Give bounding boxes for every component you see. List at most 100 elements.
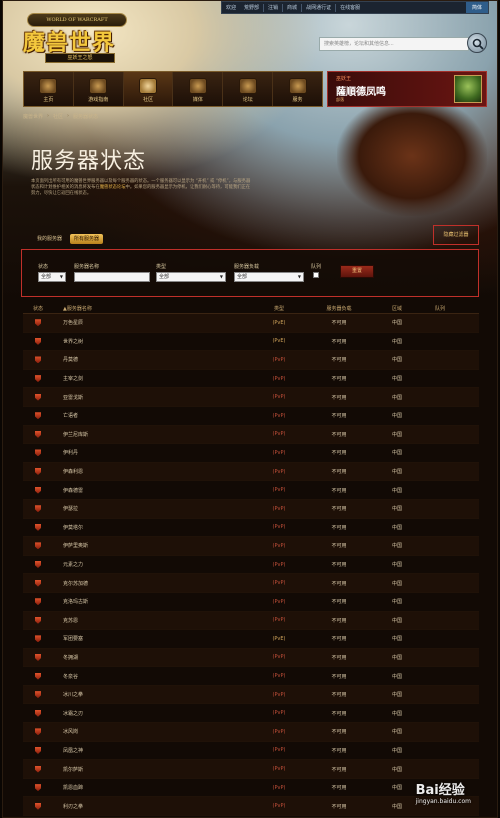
server-load: 不可用 [331,673,347,680]
nav-home[interactable]: 主页 [24,72,74,106]
server-name: 凤凰之神 [63,747,84,754]
table-row[interactable]: 伊萨里奥斯 (PvP) 不可用 中国 [23,537,479,556]
status-cell [23,505,53,513]
table-row[interactable]: 克洛玛古斯 (PvP) 不可用 中国 [23,593,479,612]
search-button[interactable] [467,33,487,53]
col-queue[interactable]: 队列 [425,305,479,312]
status-filter-select[interactable]: 全部 [38,272,66,282]
status-cell [23,319,53,327]
server-type: (PvP) [272,505,286,512]
status-cell [23,653,53,661]
server-region: 中国 [391,580,402,587]
reset-button[interactable]: 重置 [340,265,374,278]
table-row[interactable]: 军团要塞 (PvE) 不可用 中国 [23,630,479,649]
col-load[interactable]: 服务器负载 [309,305,369,312]
table-row[interactable]: 凤凰之神 (PvP) 不可用 中国 [23,742,479,761]
type-filter-select[interactable]: 全部 [156,272,226,282]
status-forum-link[interactable]: 魔兽状态论坛 [100,185,126,190]
search-input[interactable]: 搜索英雄榜，论坛和其他信息... [319,37,469,51]
status-down-icon [35,728,41,736]
table-row[interactable]: 亡语者 (PvP) 不可用 中国 [23,407,479,426]
server-region: 中国 [391,413,402,420]
breadcrumb-community[interactable]: 社区 [53,113,63,123]
table-row[interactable]: 伊森利恩 (PvP) 不可用 中国 [23,462,479,482]
tab-all-servers[interactable]: 所有服务器 [70,234,104,244]
server-name: 伊森德雷 [63,487,84,494]
tab-my-servers[interactable]: 我的服务器 [33,234,66,244]
top-bar: 欢迎 荒野部 注销 商城 战网通行证 在线客服 简体 [221,1,489,14]
server-name: 丹莫德 [63,357,79,364]
table-row[interactable]: 凯恩血蹄 (PvP) 不可用 中国 [23,779,479,798]
breadcrumb-wow[interactable]: 魔兽世界 [23,113,43,123]
table-row[interactable]: 冰霜之刃 (PvP) 不可用 中国 [23,704,479,724]
server-name: 克尔苏加德 [63,580,89,587]
battlenet-link[interactable]: 战网通行证 [302,4,335,11]
table-row[interactable]: 凯尔萨斯 (PvP) 不可用 中国 [23,760,479,779]
server-load: 不可用 [331,617,347,624]
col-type[interactable]: 类型 [249,305,309,312]
table-row[interactable]: 伊森德雷 (PvP) 不可用 中国 [23,481,479,500]
table-row[interactable]: 冰川之拳 (PvP) 不可用 中国 [23,685,479,705]
load-filter-label: 服务器负载 [234,264,260,270]
nav-services[interactable]: 服务 [273,72,322,106]
table-header: 状态 ▲服务器名称 类型 服务器负载 区域 队列 [23,304,479,314]
language-selector[interactable]: 简体 [465,2,488,13]
nav-media[interactable]: 媒体 [173,72,224,106]
server-name: 伊莫塔尔 [63,524,84,531]
nav-game-guide[interactable]: 游戏指南 [74,72,124,106]
hide-filter-button[interactable]: 隐藏过滤器 [433,225,479,245]
table-row[interactable]: 克尔苏加德 (PvP) 不可用 中国 [23,574,479,593]
support-link[interactable]: 在线客服 [336,4,364,11]
col-name[interactable]: ▲服务器名称 [53,305,249,312]
status-down-icon [35,653,41,661]
user-link[interactable]: 荒野部 [240,4,263,11]
status-cell [23,412,53,420]
server-name: 冰霜之刃 [63,710,84,717]
nav-forums[interactable]: 论坛 [223,72,274,106]
store-link[interactable]: 商城 [283,4,301,11]
load-filter-select[interactable]: 全部 [234,272,304,282]
server-name-input[interactable] [74,272,150,282]
server-region: 中国 [391,543,402,550]
queue-checkbox[interactable] [313,272,319,278]
table-row[interactable]: 元素之力 (PvP) 不可用 中国 [23,556,479,575]
table-row[interactable]: 利刃之拳 (PvP) 不可用 中国 [23,797,479,817]
account-panel[interactable]: 巫妖王 薩順德凤鸣 部落 [327,71,487,107]
status-down-icon [35,802,41,810]
server-type: (PvE) [272,338,286,345]
table-row[interactable]: 伊利丹 (PvP) 不可用 中国 [23,444,479,463]
server-region: 中国 [391,617,402,624]
server-name: 世界之树 [63,338,84,345]
table-row[interactable]: 亚雷戈斯 (PvP) 不可用 中国 [23,388,479,407]
table-row[interactable]: 伊莫塔尔 (PvP) 不可用 中国 [23,519,479,538]
table-row[interactable]: 克苏恩 (PvP) 不可用 中国 [23,611,479,631]
table-row[interactable]: 丹莫德 (PvP) 不可用 中国 [23,351,479,370]
table-row[interactable]: 伊兰尼库斯 (PvP) 不可用 中国 [23,425,479,445]
table-row[interactable]: 万色星辰 (PvE) 不可用 中国 [23,314,479,333]
status-down-icon [35,319,41,327]
col-status[interactable]: 状态 [23,305,53,312]
media-icon [188,78,207,94]
table-row[interactable]: 冰风岗 (PvP) 不可用 中国 [23,723,479,742]
status-cell [23,542,53,550]
status-down-icon [35,635,41,643]
server-load: 不可用 [331,710,347,717]
col-region[interactable]: 区域 [369,305,425,312]
server-name: 克洛玛古斯 [63,599,89,606]
table-row[interactable]: 世界之树 (PvE) 不可用 中国 [23,333,479,352]
table-row[interactable]: 冬拥湖 (PvP) 不可用 中国 [23,648,479,668]
logout-link[interactable]: 注销 [264,4,282,11]
avatar[interactable] [454,75,482,103]
status-down-icon [35,468,41,476]
server-name: 伊萨里奥斯 [63,543,89,550]
server-name: 伊森利恩 [63,469,84,476]
status-cell [23,784,53,792]
table-row[interactable]: 冬泉谷 (PvP) 不可用 中国 [23,667,479,686]
nav-community[interactable]: 社区 [123,72,174,106]
table-row[interactable]: 主宰之剑 (PvP) 不可用 中国 [23,370,479,389]
status-down-icon [35,765,41,773]
wow-logo[interactable]: WORLD OF WARCRAFT 魔兽世界 巫妖王之怒 [17,11,137,67]
status-down-icon [35,505,41,513]
character-name[interactable]: 薩順德凤鸣 [336,83,386,98]
table-row[interactable]: 伊瑟拉 (PvP) 不可用 中国 [23,499,479,519]
